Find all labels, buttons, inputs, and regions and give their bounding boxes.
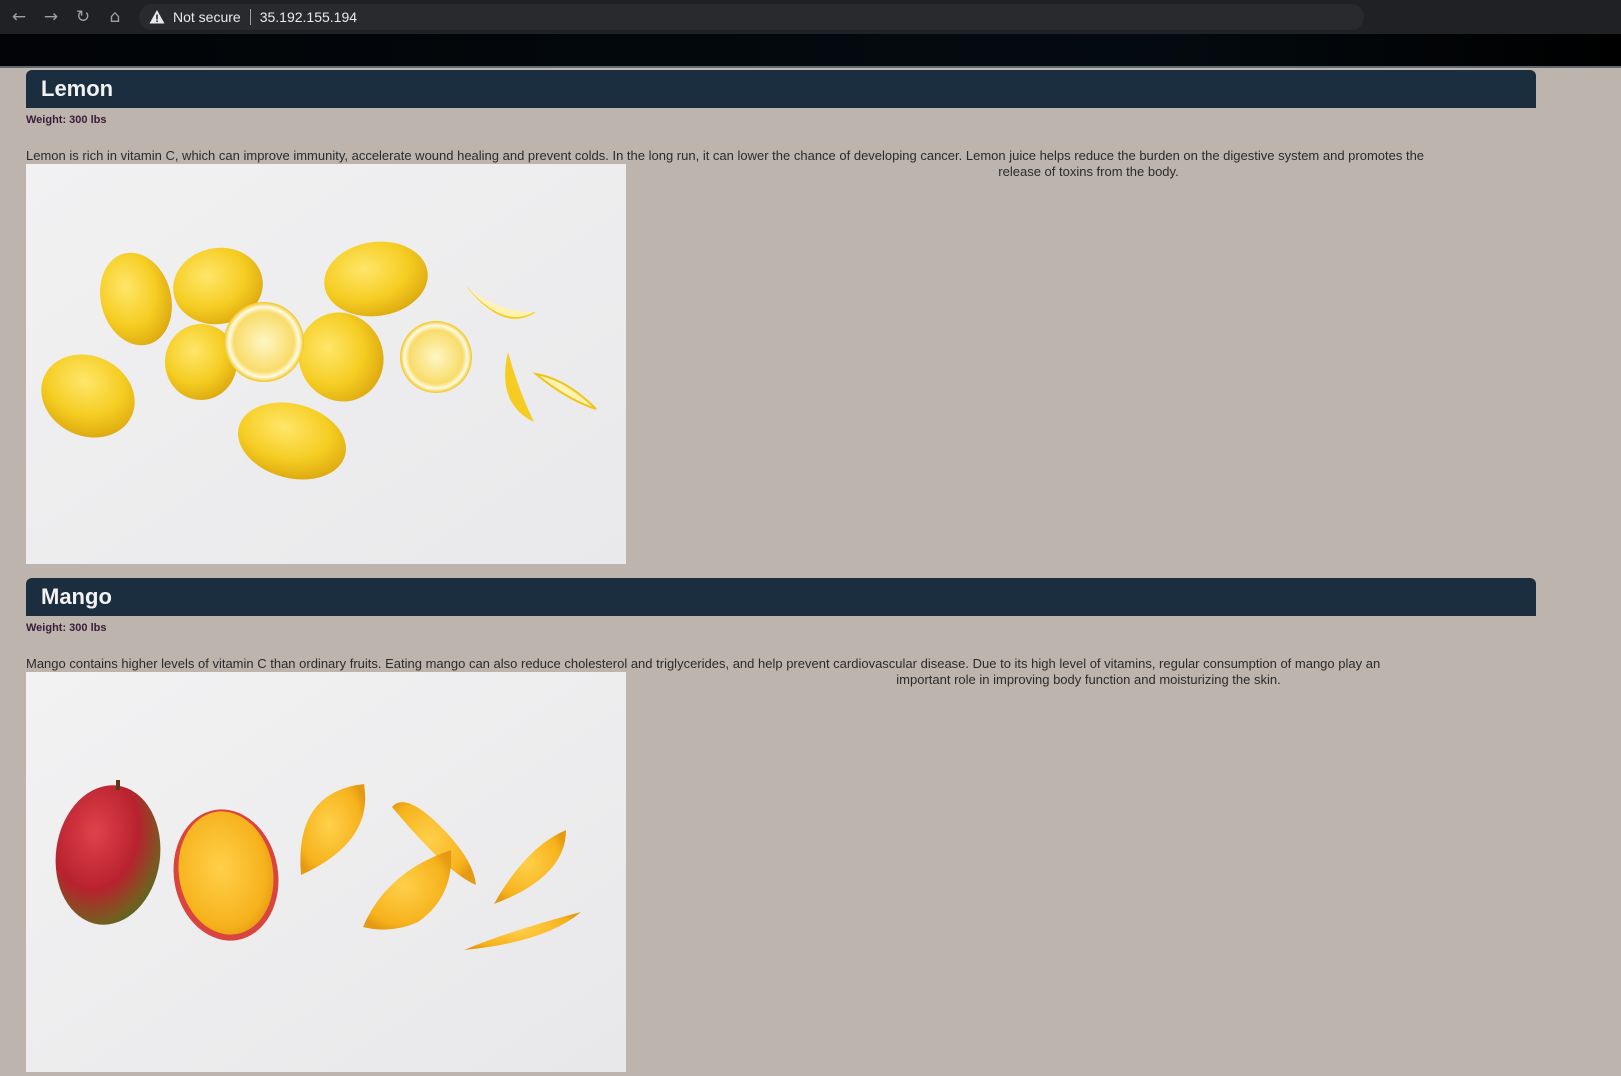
address-bar[interactable]: Not secure 35.192.155.194 <box>139 4 1364 30</box>
forward-arrow-icon[interactable]: → <box>35 0 67 34</box>
mangoes-photo <box>26 672 626 1072</box>
product-header: Lemon <box>26 70 1536 108</box>
url-text[interactable]: 35.192.155.194 <box>260 9 357 25</box>
product-section-mango: Mango Weight: 300 lbs Mango contains hig… <box>26 578 1536 1072</box>
banner-divider <box>0 66 1621 68</box>
security-status[interactable]: Not secure <box>173 9 241 25</box>
product-title: Mango <box>41 584 112 609</box>
lemons-image <box>26 164 626 564</box>
back-arrow-icon[interactable]: ← <box>3 0 35 34</box>
product-description: Mango contains higher levels of vitamin … <box>26 656 1536 1072</box>
warning-icon[interactable] <box>149 9 165 25</box>
home-icon[interactable]: ⌂ <box>99 0 131 34</box>
product-title: Lemon <box>41 76 114 101</box>
product-weight: Weight: 300 lbs <box>26 114 107 126</box>
product-weight: Weight: 300 lbs <box>26 622 107 634</box>
mangoes-image <box>26 672 626 1072</box>
browser-toolbar: ← → ↻ ⌂ Not secure 35.192.155.194 <box>0 0 1621 34</box>
product-description: Lemon is rich in vitamin C, which can im… <box>26 148 1536 564</box>
description-line: Lemon is rich in vitamin C, which can im… <box>26 148 1425 163</box>
reload-icon[interactable]: ↻ <box>67 0 99 34</box>
lemons-photo <box>26 164 626 564</box>
site-banner <box>0 34 1621 68</box>
address-divider <box>249 9 251 25</box>
description-line: Mango contains higher levels of vitamin … <box>26 656 1381 671</box>
product-header: Mango <box>26 578 1536 616</box>
product-section-lemon: Lemon Weight: 300 lbs Lemon is rich in v… <box>26 70 1536 564</box>
